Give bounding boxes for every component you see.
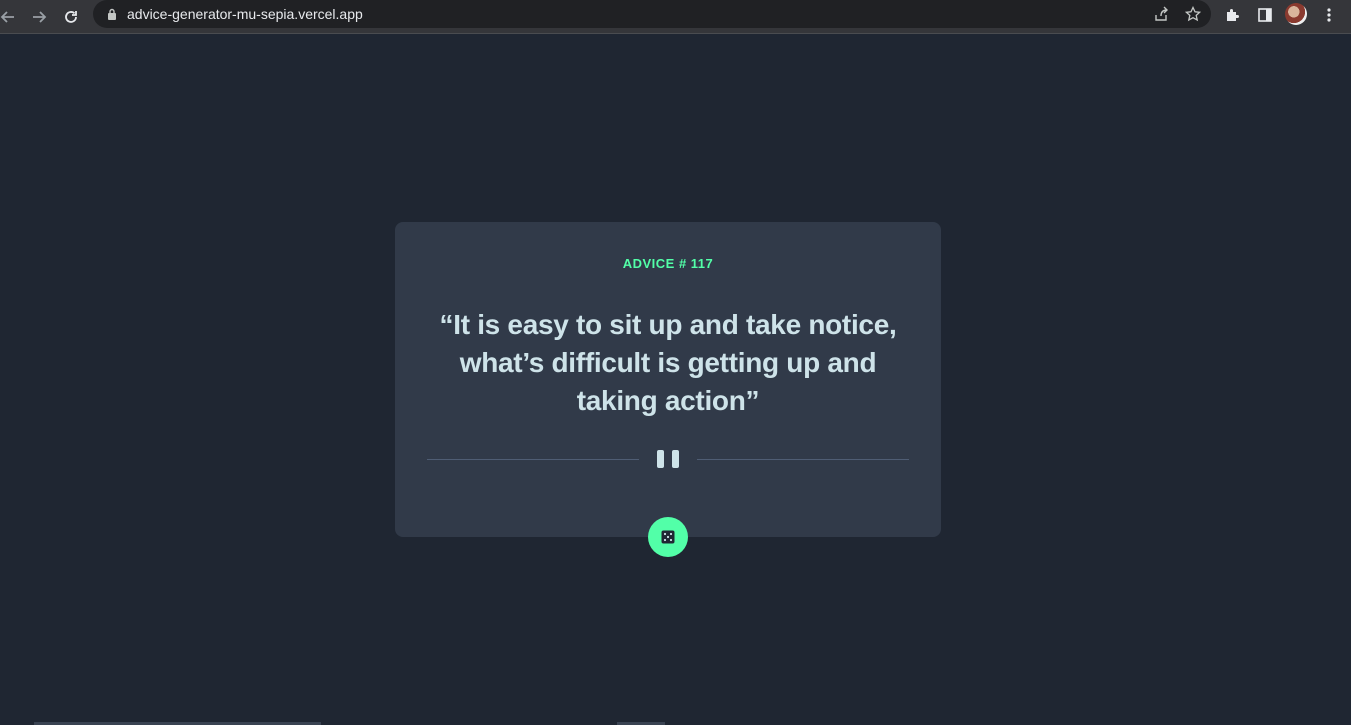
advice-card: ADVICE # 117 “It is easy to sit up and t… bbox=[395, 222, 941, 537]
share-icon[interactable] bbox=[1149, 3, 1173, 25]
menu-kebab-icon[interactable] bbox=[1316, 3, 1342, 27]
page-viewport: ADVICE # 117 “It is easy to sit up and t… bbox=[0, 35, 1351, 725]
generate-advice-button[interactable] bbox=[648, 517, 688, 557]
forward-arrow-icon[interactable] bbox=[25, 3, 53, 31]
profile-avatar[interactable] bbox=[1285, 3, 1307, 25]
side-panel-icon[interactable] bbox=[1252, 3, 1278, 27]
pause-icon bbox=[657, 450, 679, 468]
back-arrow-icon[interactable] bbox=[0, 3, 22, 31]
divider-line-right bbox=[697, 459, 909, 460]
bookmark-star-icon[interactable] bbox=[1181, 3, 1205, 25]
divider-line-left bbox=[427, 459, 639, 460]
lock-icon bbox=[108, 8, 116, 20]
advice-id-label: ADVICE # 117 bbox=[622, 256, 714, 271]
url-text[interactable]: advice-generator-mu-sepia.vercel.app bbox=[127, 0, 363, 28]
address-bar[interactable]: advice-generator-mu-sepia.vercel.app bbox=[93, 0, 1211, 28]
reload-icon[interactable] bbox=[57, 3, 85, 31]
extensions-puzzle-icon[interactable] bbox=[1220, 3, 1246, 27]
dice-icon bbox=[661, 530, 675, 544]
browser-toolbar: advice-generator-mu-sepia.vercel.app bbox=[0, 0, 1351, 34]
advice-quote: “It is easy to sit up and take notice, w… bbox=[439, 309, 897, 416]
